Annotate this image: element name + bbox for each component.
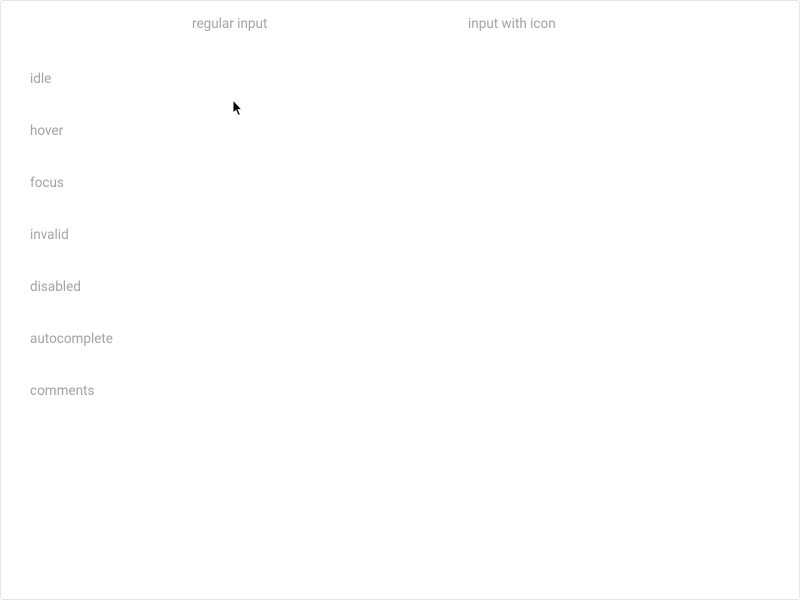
row-label-hover: hover — [30, 123, 63, 139]
row-label-idle: idle — [30, 71, 51, 87]
row-label-autocomplete: autocomplete — [30, 331, 113, 347]
spec-frame — [0, 0, 800, 600]
row-label-focus: focus — [30, 175, 64, 191]
row-label-comments: comments — [30, 383, 94, 399]
column-header-input-with-icon: input with icon — [468, 16, 556, 32]
row-label-invalid: invalid — [30, 227, 69, 243]
row-label-disabled: disabled — [30, 279, 81, 295]
column-header-regular-input: regular input — [192, 16, 267, 32]
